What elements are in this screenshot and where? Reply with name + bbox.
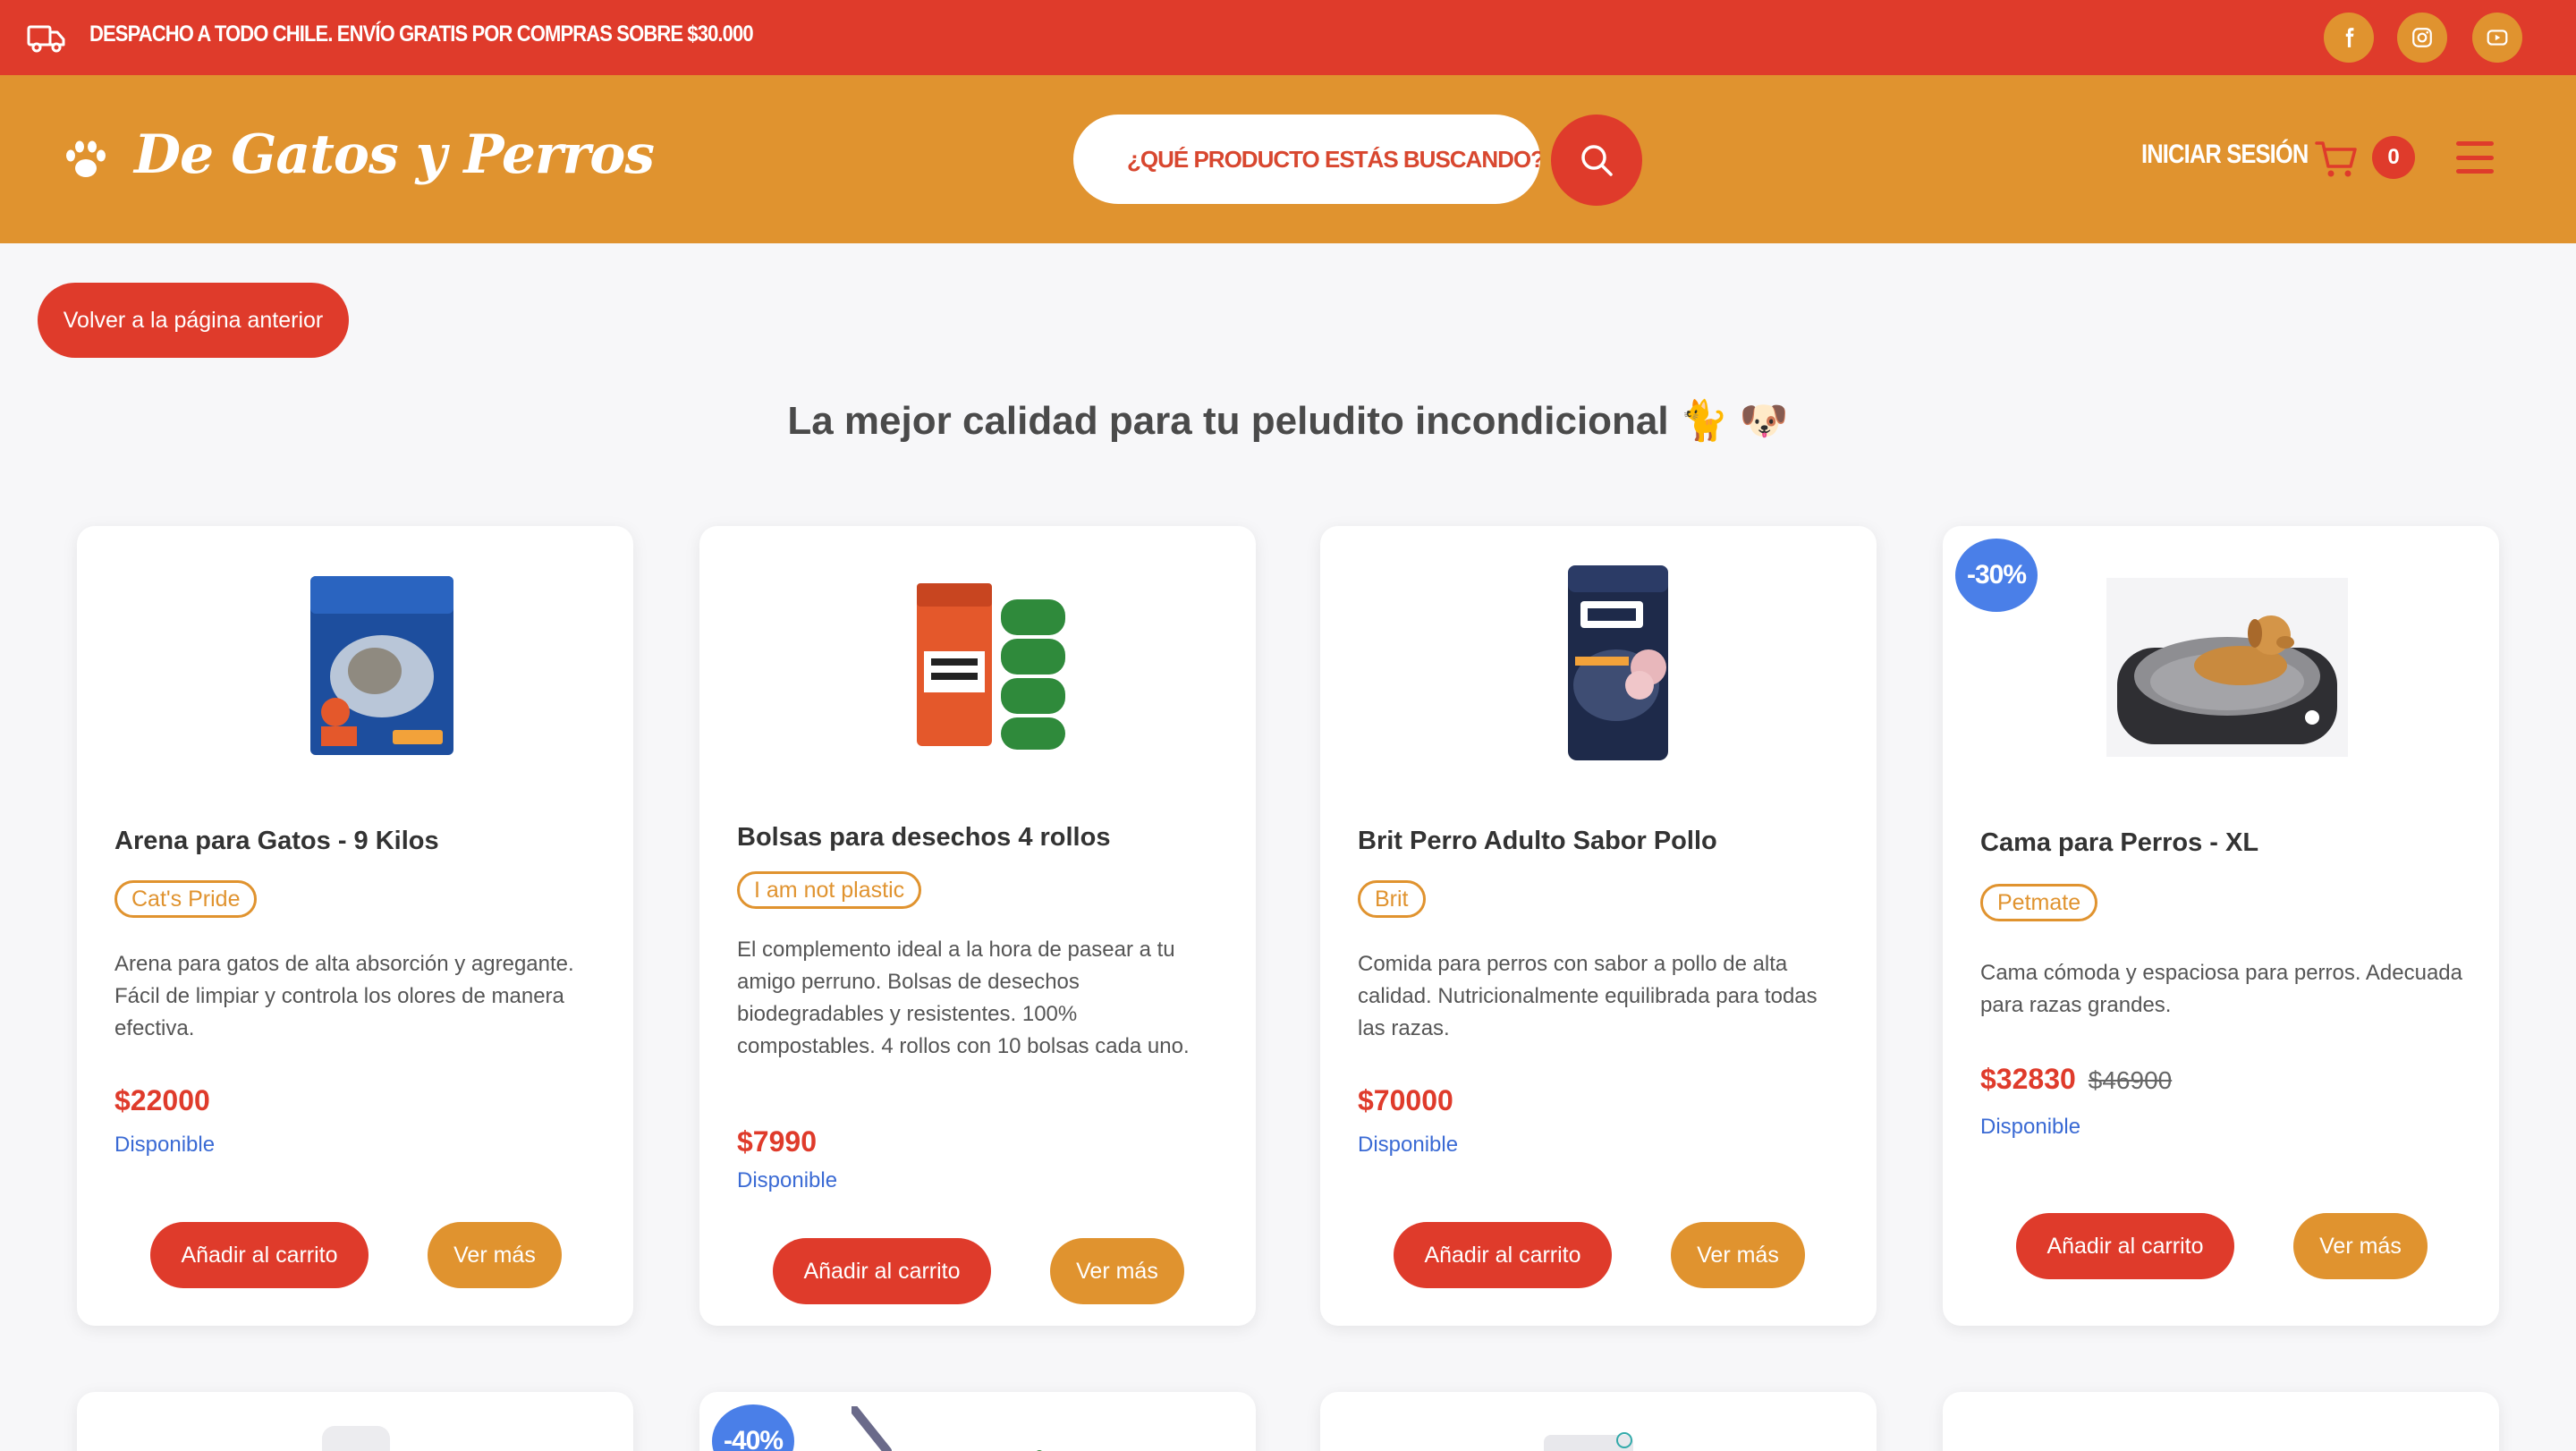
see-more-button[interactable]: Ver más — [1671, 1222, 1805, 1288]
search-box — [1073, 115, 1540, 204]
product-image-cat-litter[interactable] — [77, 551, 633, 784]
product-title[interactable]: Bolsas para desechos 4 rollos — [737, 823, 1110, 853]
add-to-cart-button[interactable]: Añadir al carrito — [773, 1238, 991, 1304]
product-card — [1320, 1392, 1877, 1451]
product-brand-tag: Petmate — [1980, 884, 2098, 921]
facebook-icon[interactable] — [2324, 13, 2374, 63]
site-header: De Gatos y Perros INICIAR SESIÓN 0 — [0, 75, 2576, 243]
see-more-button[interactable]: Ver más — [1050, 1238, 1184, 1304]
product-price: $70000 — [1358, 1084, 1453, 1116]
current-price: $32830 — [1980, 1063, 2076, 1095]
product-description: Arena para gatos de alta absorción y agr… — [114, 952, 574, 1040]
product-brand-tag: Brit — [1358, 880, 1426, 918]
hamburger-menu-icon[interactable] — [2456, 141, 2494, 174]
add-to-cart-button[interactable]: Añadir al carrito — [2016, 1213, 2234, 1279]
product-card: -30% Cama para Perros - XL Petmate Cama … — [1943, 526, 2499, 1326]
back-button[interactable]: Volver a la página anterior — [38, 283, 349, 358]
youtube-icon[interactable] — [2472, 13, 2522, 63]
product-price: $22000 — [114, 1084, 210, 1116]
discount-badge: -40% — [712, 1404, 794, 1451]
see-more-button[interactable]: Ver más — [2293, 1213, 2428, 1279]
product-description: El complemento ideal a la hora de pasear… — [737, 938, 1190, 1058]
product-brand-tag: I am not plastic — [737, 871, 922, 909]
login-link[interactable]: INICIAR SESIÓN — [2141, 140, 2309, 170]
product-card — [1943, 1392, 2499, 1451]
product-title[interactable]: Cama para Perros - XL — [1980, 828, 2258, 858]
truck-icon — [27, 25, 65, 53]
instagram-icon[interactable] — [2397, 13, 2447, 63]
product-availability: Disponible — [114, 1133, 216, 1157]
product-title[interactable]: Brit Perro Adulto Sabor Pollo — [1358, 827, 1717, 856]
add-to-cart-button[interactable]: Añadir al carrito — [1394, 1222, 1612, 1288]
product-description: Comida para perros con sabor a pollo de … — [1358, 952, 1818, 1040]
product-card: Bolsas para desechos 4 rollos I am not p… — [699, 526, 1256, 1326]
product-card — [77, 1392, 633, 1451]
product-availability: Disponible — [1980, 1115, 2081, 1139]
search-icon — [1581, 145, 1613, 176]
shipping-promo-text: DESPACHO A TODO CHILE. ENVÍO GRATIS POR … — [89, 21, 754, 47]
paw-icon — [66, 140, 106, 177]
search-input[interactable] — [1127, 145, 1540, 174]
product-title[interactable]: Arena para Gatos - 9 Kilos — [114, 827, 439, 856]
product-card: Arena para Gatos - 9 Kilos Cat's Pride A… — [77, 526, 633, 1326]
product-price: $32830 $46900 — [1980, 1063, 2172, 1096]
add-to-cart-button[interactable]: Añadir al carrito — [150, 1222, 369, 1288]
product-brand-tag: Cat's Pride — [114, 880, 258, 918]
product-price: $7990 — [737, 1125, 817, 1158]
product-image-dog-food[interactable] — [1320, 551, 1877, 784]
cart-count-badge[interactable]: 0 — [2372, 136, 2415, 179]
cart-icon[interactable] — [2315, 138, 2358, 179]
original-price: $46900 — [2088, 1066, 2173, 1094]
brand-logo-link[interactable]: De Gatos y Perros — [134, 123, 655, 186]
product-image-dog-bed[interactable] — [1943, 551, 2499, 784]
see-more-button[interactable]: Ver más — [428, 1222, 562, 1288]
product-description: Cama cómoda y espaciosa para perros. Ade… — [1980, 961, 2462, 1017]
announcement-bar: DESPACHO A TODO CHILE. ENVÍO GRATIS POR … — [0, 0, 2576, 75]
search-button[interactable] — [1551, 115, 1642, 206]
product-card: -40% — [699, 1392, 1256, 1451]
product-card: Brit Perro Adulto Sabor Pollo Brit Comid… — [1320, 526, 1877, 1326]
page-tagline: La mejor calidad para tu peludito incond… — [787, 399, 1789, 443]
product-availability: Disponible — [1358, 1133, 1459, 1157]
product-image-waste-bags[interactable] — [699, 551, 1256, 784]
product-availability: Disponible — [737, 1168, 838, 1192]
